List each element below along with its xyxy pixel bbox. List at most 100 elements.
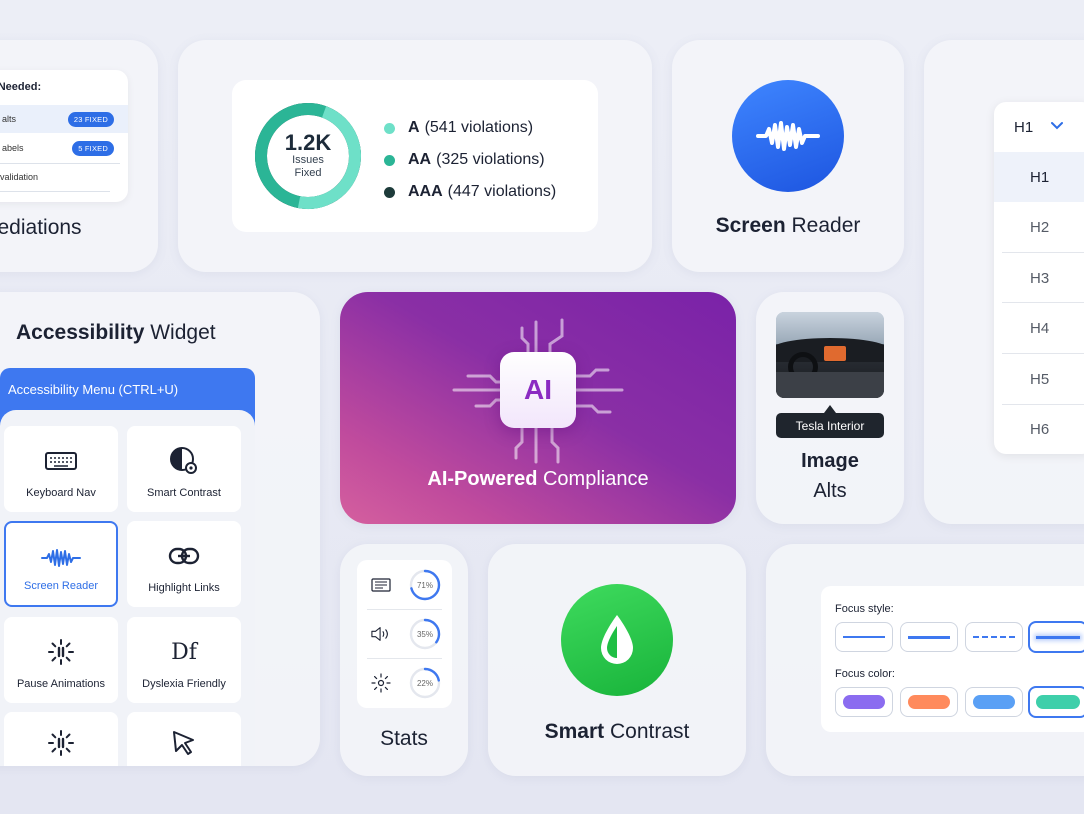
ai-compliance-label: AI-Powered Compliance [340,468,736,491]
heading-selected-value: H1 [1014,118,1034,136]
legend-dot [384,186,395,198]
heading-option-h4[interactable]: H4 [994,303,1084,353]
remediation-row[interactable]: abels 5 FIXED [0,134,128,162]
stat-percent: 71% [416,580,433,590]
heading-select[interactable]: H1 [994,102,1084,152]
stat-icon-wrap [371,575,391,595]
color-swatch [1036,695,1080,709]
focus-settings-panel: Focus style: Focus color: [821,586,1084,732]
focus-settings-card: Focus style: Focus color: [766,544,1084,776]
heading-option-h1[interactable]: H1 [994,152,1084,202]
tile-dyslexia-friendly[interactable]: Df Dyslexia Friendly [127,617,241,703]
title-rest: Widget [144,321,216,344]
heading-option-h6[interactable]: H6 [994,404,1084,454]
title-bold: Accessibility [16,321,145,344]
focus-style-thin[interactable] [835,622,893,652]
tile-icon-wrap [4,728,118,758]
accessibility-menu-label: Accessibility Menu (CTRL+U) [8,382,179,397]
stat-row: 71% [357,561,452,609]
image-alts-subtitle: Alts [813,480,847,502]
legend-item-aaa: AAA (447 violations) [384,176,556,208]
remediations-card: ew Needed: alts 23 FIXED abels 5 FIXED v… [0,40,158,272]
tile-highlight-links[interactable]: Highlight Links [127,521,241,607]
stat-row: 22% [357,659,452,707]
label-rest: Compliance [537,468,649,490]
color-swatch [908,695,950,709]
chevron-down-icon[interactable] [1050,121,1064,131]
smart-contrast-card[interactable]: Smart Contrast [488,544,746,776]
focus-color-orange[interactable] [900,687,958,717]
legend-dot [384,154,395,166]
legend-level: AAA [408,183,443,200]
divider [0,191,110,192]
line-preview [843,636,885,638]
link-icon [168,547,200,565]
tile-label: Smart Contrast [147,487,221,499]
screen-reader-label: Screen Reader [672,214,904,238]
fixed-badge: 5 FIXED [72,140,114,156]
tile-pause-animations[interactable]: Pause Animations [4,617,118,703]
donut-center: 1.2K Issues Fixed [254,102,362,210]
tile-screen-reader[interactable]: Screen Reader [4,521,118,607]
tile-keyboard-nav[interactable]: Keyboard Nav [4,426,118,512]
tile-label: Screen Reader [24,580,98,592]
stat-icon-wrap [371,673,391,693]
speaker-icon [371,627,388,641]
tile-pause-animations-2[interactable] [4,712,118,766]
color-swatch [843,695,885,709]
heading-option-h2[interactable]: H2 [994,202,1084,252]
focus-color-purple[interactable] [835,687,893,717]
remediation-row[interactable]: validation [0,163,128,191]
image-alts-card: Tesla Interior Image Alts [756,292,904,524]
tile-label: Dyslexia Friendly [142,678,226,690]
focus-style-thick[interactable] [900,622,958,652]
label-bold: AI-Powered [427,468,538,490]
pause-spinner-icon [48,730,74,756]
remediation-row[interactable]: alts 23 FIXED [0,105,128,133]
tile-smart-contrast[interactable]: Smart Contrast [127,426,241,512]
heading-dropdown[interactable]: H1 H1 H2 H3 H4 H5 H6 [994,102,1084,454]
violations-panel: 1.2K Issues Fixed A (541 violations) AA … [232,80,598,232]
ai-chip-label: AI [524,374,552,405]
accessibility-menu: Keyboard Nav Smart Contrast Screen Reade… [0,410,255,766]
legend-item-a: A (541 violations) [384,112,556,144]
label-rest: Reader [785,214,861,237]
tile-cursor[interactable] [127,712,241,766]
smart-contrast-label: Smart Contrast [488,720,746,744]
legend-dot [384,122,395,134]
legend-detail: (325 violations) [436,151,545,168]
legend-detail: (541 violations) [424,119,534,136]
focus-style-label: Focus style: [835,603,894,615]
tile-label: Keyboard Nav [26,487,96,499]
keyboard-icon [45,452,77,470]
contrast-gear-icon [170,447,197,474]
focus-style-glow[interactable] [1028,621,1084,653]
legend-level: A [408,119,420,136]
focus-style-dashed[interactable] [965,622,1023,652]
pause-spinner-icon [48,639,74,665]
issues-caption: Issues [292,154,324,166]
accessibility-widget-card: Accessibility Widget Accessibility Menu … [0,292,320,766]
ai-compliance-card[interactable]: AI AI-Powered Compliance [340,292,736,524]
smart-contrast-badge [561,584,673,696]
legend-level: AA [408,151,432,168]
line-preview [908,635,950,639]
remediation-row-label: abels [2,143,24,153]
stat-percent: 35% [416,629,433,639]
tile-icon-wrap [127,728,241,758]
stats-panel: 71% 35% 22% [357,560,452,708]
focus-color-teal[interactable] [1028,686,1084,718]
fixed-badge: 23 FIXED [67,111,114,127]
brightness-icon [371,673,391,693]
heading-option-h5[interactable]: H5 [994,354,1084,404]
cursor-icon [173,731,194,755]
headings-card: H1 H1 H2 H3 H4 H5 H6 [924,40,1084,524]
heading-option-h3[interactable]: H3 [994,253,1084,303]
screen-reader-card[interactable]: Screen Reader [672,40,904,272]
stats-card: 71% 35% 22% Stats [340,544,468,776]
line-preview [1036,635,1080,639]
remediations-panel: ew Needed: alts 23 FIXED abels 5 FIXED v… [0,70,128,202]
stat-icon-wrap [371,624,391,644]
focus-color-blue[interactable] [965,687,1023,717]
legend-item-aa: AA (325 violations) [384,144,556,176]
